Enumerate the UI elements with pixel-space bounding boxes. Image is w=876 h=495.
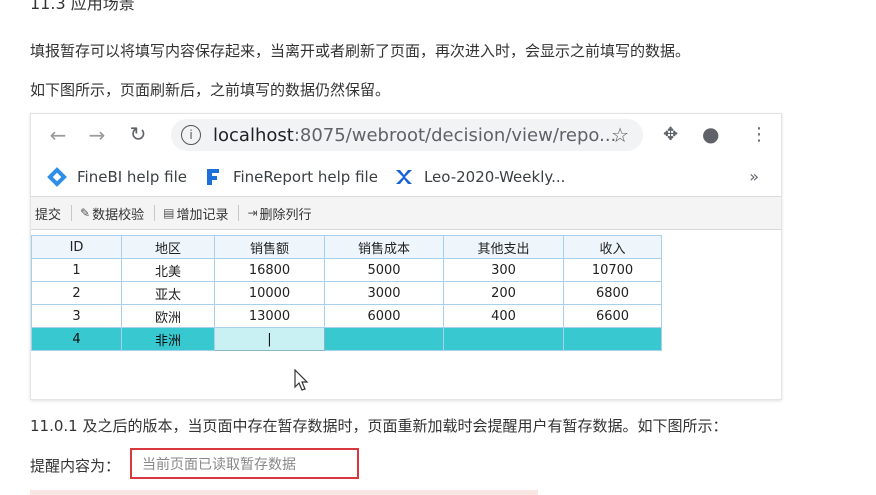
site-info-icon[interactable]: i (181, 125, 201, 145)
section-heading-partial: 11.3 应用场景 (30, 0, 135, 13)
table-cell[interactable]: 10000 (214, 281, 325, 305)
table-cell[interactable]: 6600 (563, 304, 662, 328)
forward-icon[interactable]: → (86, 123, 108, 147)
tip-message-box: 当前页面已读取暂存数据 (130, 448, 359, 479)
table-cell[interactable]: 3000 (324, 281, 444, 305)
report-table: ID 地区 销售额 销售成本 其他支出 收入 1 北美 16800 5000 3… (31, 235, 662, 351)
table-cell[interactable]: 200 (443, 281, 564, 305)
table-cell[interactable]: 6000 (324, 304, 444, 328)
table-cell[interactable]: 300 (443, 258, 564, 282)
mouse-pointer-icon (294, 369, 309, 391)
next-figure-edge (30, 490, 538, 495)
toolbar-divider (238, 205, 240, 221)
table-cell[interactable]: 欧洲 (121, 304, 215, 328)
profile-avatar-icon[interactable]: ● (702, 122, 719, 146)
table-cell[interactable] (443, 327, 564, 351)
tip-label: 提醒内容为： (30, 457, 121, 475)
delete-row-icon: ⇥ (247, 206, 258, 220)
address-bar[interactable]: i localhost:8075/webroot/decision/view/r… (171, 119, 643, 151)
back-icon[interactable]: ← (47, 123, 69, 147)
leo-logo-icon (395, 170, 412, 184)
bookmark-star-icon[interactable]: ☆ (611, 123, 629, 147)
table-row-selected: 4 非洲 | (31, 327, 662, 351)
bookmarks-overflow-icon[interactable]: » (749, 167, 759, 186)
table-cell[interactable]: 2 (31, 281, 122, 305)
url-host: localhost (213, 124, 294, 146)
extensions-icon[interactable]: ✥ (663, 124, 678, 145)
embedded-screenshot: ← → ↻ i localhost:8075/webroot/decision/… (30, 113, 782, 400)
bookmark-finereport[interactable]: FineReport help file (203, 167, 378, 187)
header-cell: 收入 (563, 235, 662, 259)
header-cell: 销售成本 (324, 235, 444, 259)
tip-message-text: 当前页面已读取暂存数据 (142, 456, 296, 473)
toolbar-divider (71, 205, 73, 221)
browser-menu-icon[interactable]: ⋮ (750, 124, 768, 145)
header-cell: 销售额 (214, 235, 325, 259)
paragraph-version-note: 11.0.1 及之后的版本，当页面中存在暂存数据时，页面重新加载时会提醒用户有暂… (30, 417, 728, 435)
table-cell[interactable]: 10700 (563, 258, 662, 282)
bookmarks-bar: FineBI help file FineReport help file Le… (31, 158, 781, 197)
table-cell[interactable] (563, 327, 662, 351)
reload-icon[interactable]: ↻ (127, 122, 149, 146)
table-cell[interactable]: 亚太 (121, 281, 215, 305)
header-cell: 地区 (121, 235, 215, 259)
validate-button[interactable]: ✎ 数据校验 (80, 204, 144, 223)
toolbar-divider (154, 205, 156, 221)
table-cell[interactable]: 3 (31, 304, 122, 328)
bookmark-finebi[interactable]: FineBI help file (47, 167, 187, 187)
paragraph-intro: 填报暂存可以将填写内容保存起来，当离开或者刷新了页面，再次进入时，会显示之前填写… (30, 42, 691, 60)
table-cell[interactable]: 6800 (563, 281, 662, 305)
table-row: 3 欧洲 13000 6000 400 6600 (31, 304, 662, 328)
table-cell[interactable]: 1 (31, 258, 122, 282)
finereport-logo-icon (206, 169, 219, 185)
bookmark-leo-weekly[interactable]: Leo-2020-Weekly... (394, 167, 565, 187)
table-cell[interactable]: 400 (443, 304, 564, 328)
submit-button[interactable]: 提交 (35, 204, 61, 223)
table-cell[interactable] (324, 327, 444, 351)
table-cell[interactable]: 16800 (214, 258, 325, 282)
add-record-button[interactable]: ▤ 增加记录 (163, 204, 228, 223)
add-record-icon: ▤ (163, 206, 175, 220)
header-cell: ID (31, 235, 122, 259)
finebi-logo-icon (47, 167, 67, 187)
editing-cell[interactable]: | (214, 327, 325, 351)
delete-row-button[interactable]: ⇥ 删除列行 (247, 204, 311, 223)
table-cell[interactable]: 5000 (324, 258, 444, 282)
table-cell[interactable]: 北美 (121, 258, 215, 282)
table-row: 1 北美 16800 5000 300 10700 (31, 258, 662, 282)
table-cell[interactable]: 4 (31, 327, 122, 351)
table-cell[interactable]: 13000 (214, 304, 325, 328)
table-cell[interactable]: 非洲 (121, 327, 215, 351)
url-path: :8075/webroot/decision/view/repo... (293, 124, 617, 146)
table-header-row: ID 地区 销售额 销售成本 其他支出 收入 (31, 235, 662, 259)
paragraph-figure-caption: 如下图所示，页面刷新后，之前填写的数据仍然保留。 (30, 81, 391, 99)
browser-url-bar: ← → ↻ i localhost:8075/webroot/decision/… (31, 114, 781, 158)
report-toolbar: 提交 ✎ 数据校验 ▤ 增加记录 ⇥ 删除列行 (31, 197, 781, 230)
table-row: 2 亚太 10000 3000 200 6800 (31, 281, 662, 305)
validate-icon: ✎ (80, 206, 91, 220)
header-cell: 其他支出 (443, 235, 564, 259)
